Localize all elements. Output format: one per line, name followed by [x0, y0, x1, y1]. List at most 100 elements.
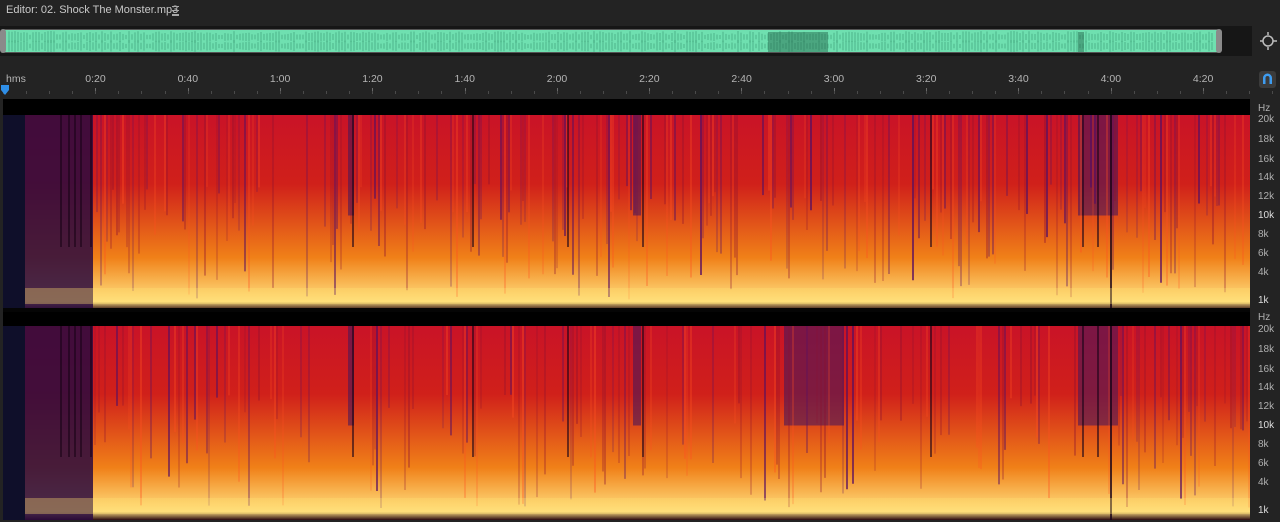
time-minor-tick: [49, 91, 51, 94]
overview-waveform[interactable]: [2, 29, 1220, 53]
time-tick-label: 2:00: [546, 73, 568, 85]
time-tick-label: 1:00: [269, 73, 291, 85]
time-minor-tick: [1272, 91, 1274, 94]
time-tick-label: 2:20: [639, 73, 660, 85]
frequency-tick-label: 1k: [1258, 295, 1269, 306]
frequency-tick-label: 6k: [1258, 248, 1269, 259]
time-tick-label: 0:40: [177, 73, 199, 85]
spectral-display-left-channel[interactable]: [3, 100, 1250, 310]
time-minor-tick: [1018, 91, 1020, 94]
time-minor-tick: [926, 91, 927, 94]
time-minor-tick: [1041, 91, 1043, 94]
time-minor-tick: [972, 91, 974, 94]
time-tick-label: 1:40: [454, 73, 475, 85]
frequency-tick-label: 20k: [1258, 324, 1275, 335]
time-minor-tick: [879, 91, 881, 94]
time-tick-label: 3:40: [1008, 73, 1029, 85]
time-ruler[interactable]: hms 0:20 0:40 1:00 1:20 1:40 2:00 2:20 2:40 3:00…: [0, 68, 1274, 96]
time-minor-tick: [118, 91, 120, 94]
time-minor-tick: [1087, 91, 1089, 94]
frequency-tick-label: 18k: [1258, 344, 1275, 355]
spectral-texture: [3, 310, 1250, 520]
frequency-tick-label: 12k: [1258, 191, 1275, 202]
time-minor-tick: [902, 91, 904, 94]
spectral-low-band: [25, 288, 1250, 304]
time-minor-tick: [856, 91, 858, 94]
time-tick-label: 2:40: [731, 73, 752, 85]
time-minor-tick: [372, 91, 374, 94]
time-tick-label: 4:00: [1100, 73, 1122, 85]
frequency-tick-label: 12k: [1258, 401, 1275, 412]
time-minor-tick: [464, 91, 466, 94]
time-tick-label: 1:20: [362, 73, 383, 85]
overview-waveform-graphic: [8, 31, 1213, 52]
time-minor-tick: [602, 91, 604, 94]
overview-right-handle[interactable]: [1216, 29, 1222, 53]
time-minor-tick: [533, 91, 535, 94]
time-tick-label: 3:20: [916, 73, 937, 85]
frequency-unit-label: Hz: [1258, 312, 1271, 323]
time-minor-tick: [349, 91, 351, 94]
time-minor-tick: [141, 91, 143, 94]
frequency-tick-label: 10k: [1258, 420, 1275, 431]
hamburger-menu-icon[interactable]: [169, 3, 181, 16]
time-minor-tick: [1064, 91, 1066, 94]
time-minor-tick: [26, 91, 28, 94]
frequency-tick-label: 4k: [1258, 267, 1269, 278]
time-minor-tick: [718, 91, 720, 94]
frequency-tick-label: 18k: [1258, 134, 1275, 145]
time-tick-label: 3:00: [823, 73, 845, 85]
frequency-axis-right-channel: Hz 20k 18k 16k 14k 12k 10k 8k 6k 4k 1k: [1252, 310, 1280, 520]
channel-separator: [3, 308, 1250, 312]
frequency-tick-label: 1k: [1258, 505, 1269, 516]
time-minor-tick: [1202, 91, 1204, 94]
time-minor-tick: [210, 91, 212, 94]
frequency-tick-label: 16k: [1258, 364, 1275, 375]
time-minor-tick: [695, 91, 697, 94]
time-minor-tick: [556, 91, 558, 94]
time-minor-tick: [164, 91, 166, 94]
time-minor-tick: [995, 91, 997, 94]
frequency-tick-label: 20k: [1258, 114, 1275, 125]
spectral-top-band: [3, 99, 1250, 115]
time-minor-tick: [1225, 91, 1227, 94]
time-minor-tick: [510, 91, 512, 94]
time-minor-tick: [1179, 91, 1181, 94]
spectral-quiet-band: [633, 310, 641, 426]
time-minor-tick: [302, 91, 304, 94]
frequency-axis-left-channel: Hz 20k 18k 16k 14k 12k 10k 8k 6k 4k 1k: [1252, 100, 1280, 310]
time-minor-tick: [395, 91, 397, 94]
time-minor-tick: [1133, 91, 1135, 94]
time-minor-tick: [279, 91, 281, 94]
frequency-tick-label: 14k: [1258, 172, 1275, 183]
time-minor-tick: [833, 91, 835, 94]
zoom-navigator-icon[interactable]: [1260, 31, 1278, 51]
time-minor-tick: [949, 91, 951, 94]
waveform-overview[interactable]: [0, 26, 1252, 56]
spectral-intro-region: [3, 100, 25, 310]
time-minor-tick: [233, 91, 235, 94]
playhead-marker[interactable]: [1, 82, 9, 95]
editor-title: Editor: 02. Shock The Monster.mp3: [6, 4, 179, 16]
spectral-top-band: [3, 310, 1250, 326]
time-minor-tick: [487, 91, 489, 94]
magnet-snap-icon[interactable]: [1259, 71, 1276, 88]
time-minor-tick: [649, 91, 651, 94]
overview-left-handle[interactable]: [0, 29, 6, 53]
frequency-tick-label: 4k: [1258, 477, 1269, 488]
time-minor-tick: [579, 91, 581, 94]
frequency-tick-label: 8k: [1258, 439, 1269, 450]
time-minor-tick: [95, 91, 97, 94]
frequency-tick-label: 16k: [1258, 154, 1275, 165]
time-minor-tick: [72, 91, 74, 94]
time-minor-tick: [787, 91, 789, 94]
spectral-display-right-channel[interactable]: [3, 310, 1250, 520]
frequency-tick-label: 8k: [1258, 229, 1269, 240]
waveform-quiet-segment: [1078, 32, 1084, 52]
time-minor-tick: [187, 91, 189, 94]
time-minor-tick: [1249, 91, 1251, 94]
time-minor-tick: [1156, 91, 1158, 94]
time-minor-tick: [441, 91, 443, 94]
time-minor-tick: [626, 91, 628, 94]
time-minor-tick: [256, 91, 258, 94]
